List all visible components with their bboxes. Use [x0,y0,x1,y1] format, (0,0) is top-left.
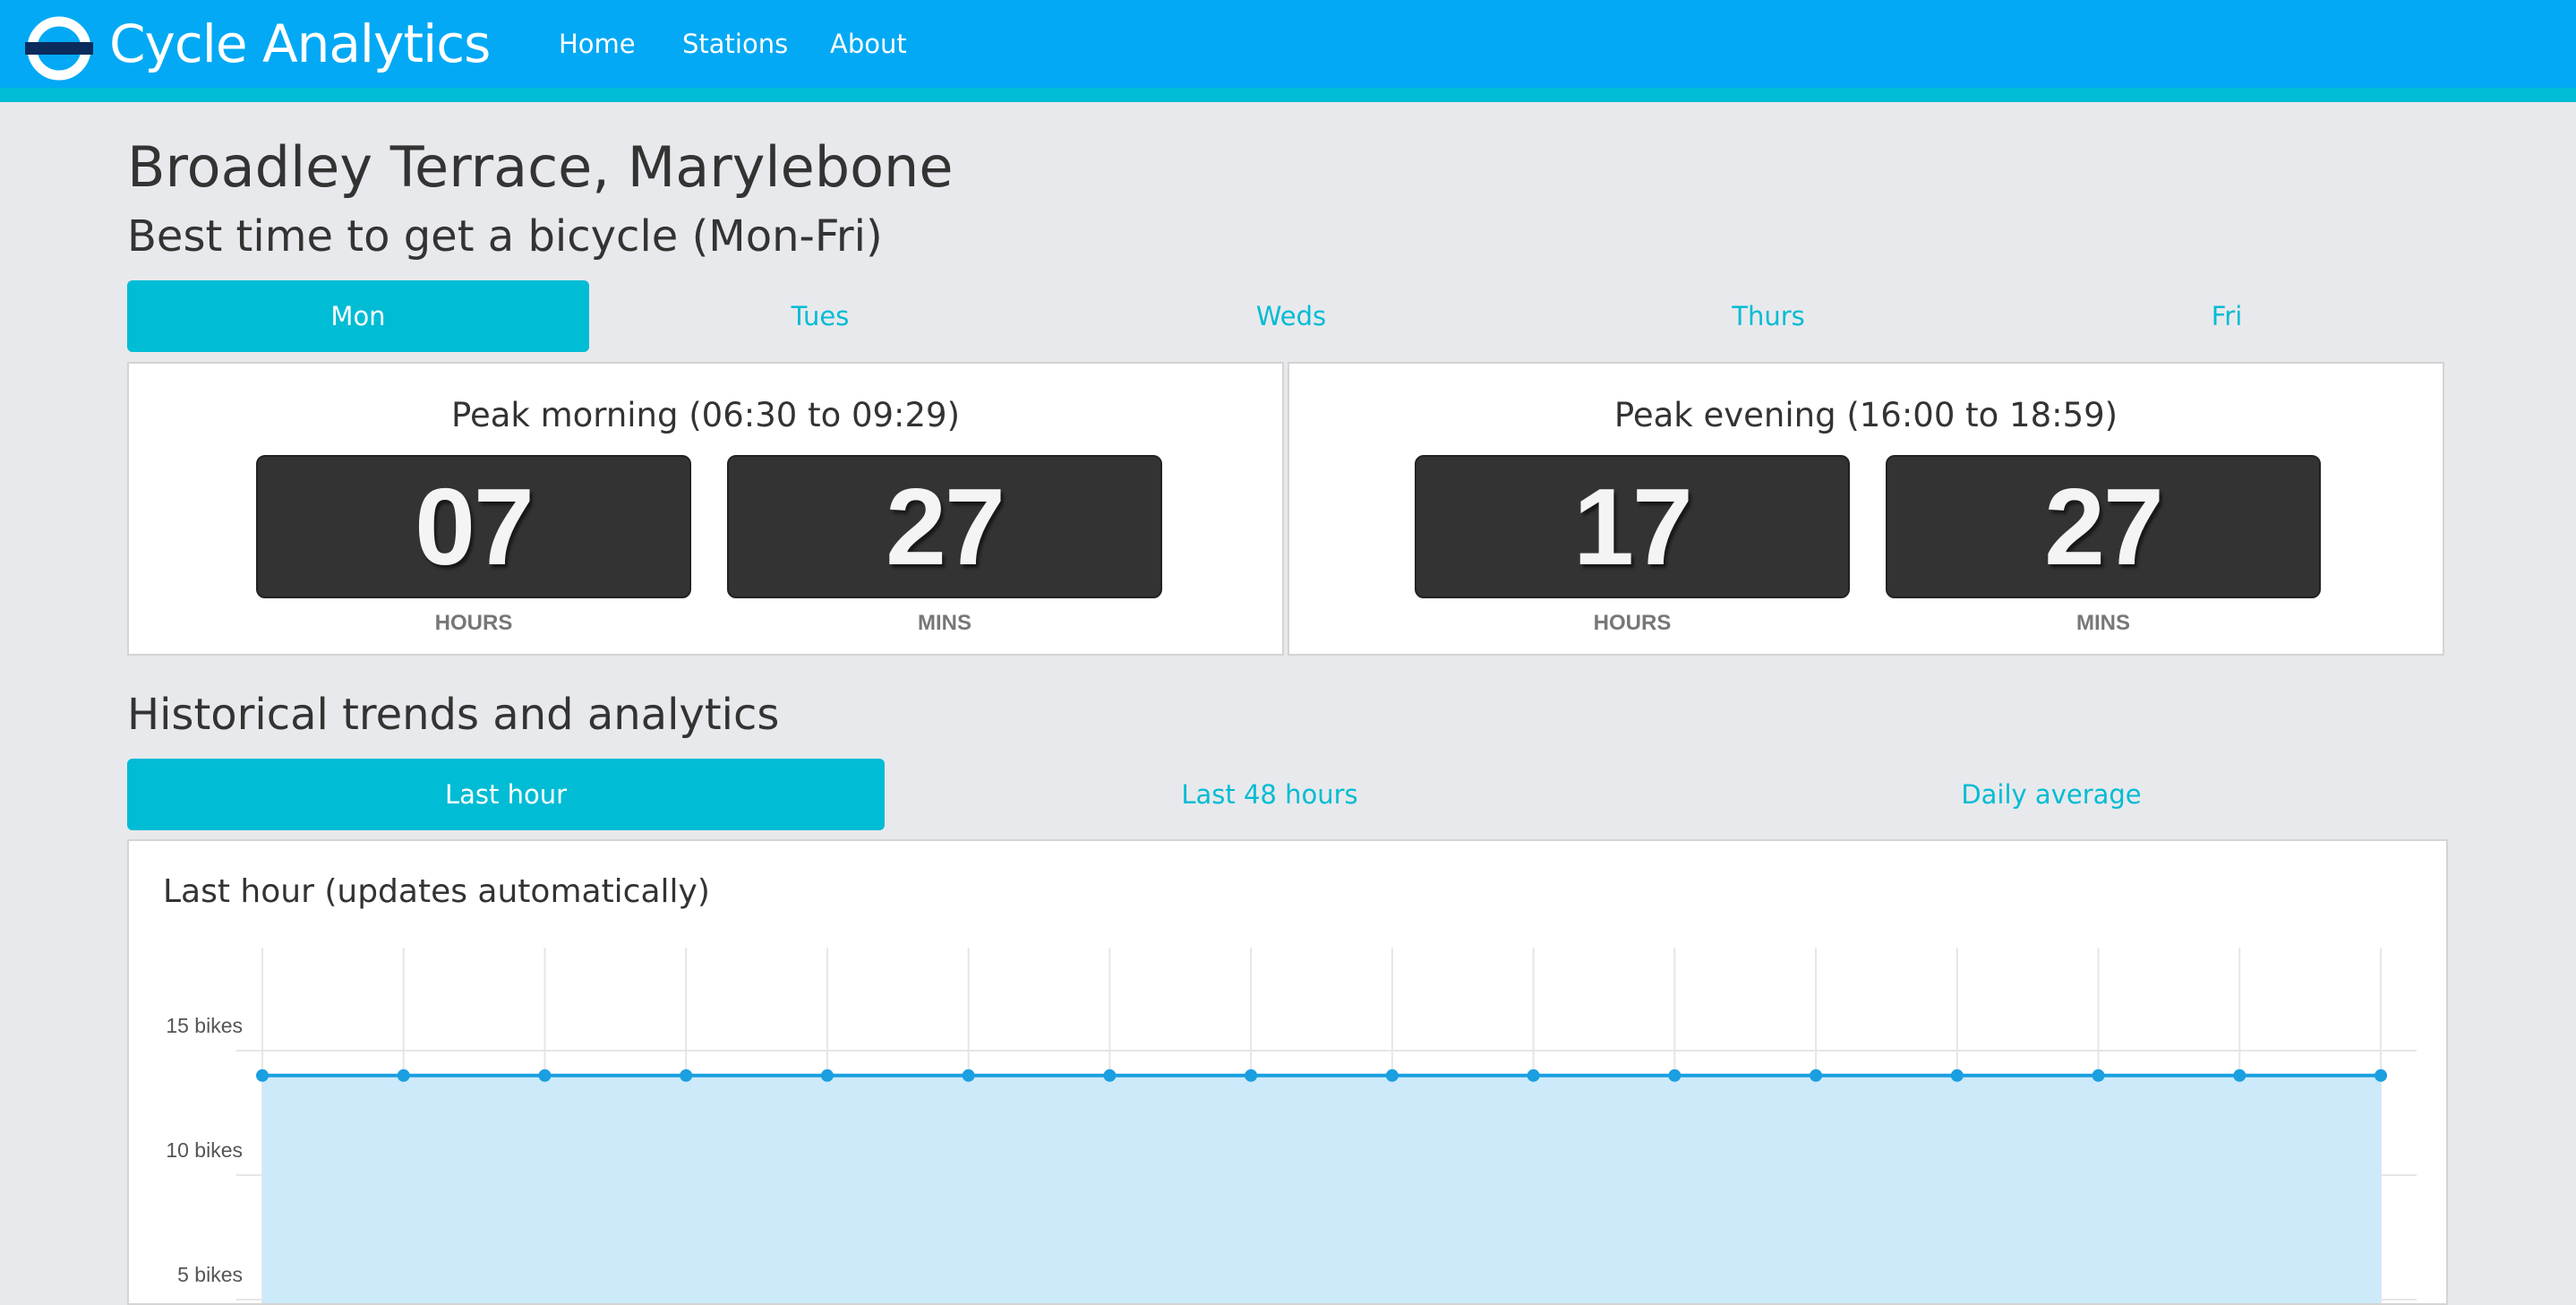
evening-hours-label: HOURS [1593,611,1672,635]
evening-mins-label: MINS [2076,611,2130,635]
data-point [820,1069,834,1082]
data-point [1668,1069,1682,1082]
brand-title[interactable]: Cycle Analytics [109,11,491,77]
morning-hours-label: HOURS [434,611,513,635]
evening-hours-display: 17 [1415,455,1850,598]
data-point [680,1069,693,1082]
data-point [2092,1069,2105,1082]
data-point [2233,1069,2247,1082]
data-point [1527,1069,1540,1082]
tab-weds[interactable]: Weds [1051,280,1531,352]
peak-evening-panel: Peak evening (16:00 to 18:59) 17 27 HOUR… [1288,362,2444,656]
data-point [962,1069,975,1082]
roundel-logo-icon[interactable] [23,15,95,82]
tab-thurs[interactable]: Thurs [1531,280,2006,352]
tab-mon[interactable]: Mon [127,280,589,352]
data-point [256,1069,269,1082]
data-point [397,1069,410,1082]
y-axis-tick-label: 10 bikes [166,1138,243,1162]
series-area-fill [262,1075,2381,1303]
tab-last-48-hours[interactable]: Last 48 hours [885,759,1655,830]
data-point [538,1069,552,1082]
best-time-heading: Best time to get a bicycle (Mon-Fri) [127,211,883,262]
tab-last-hour[interactable]: Last hour [127,759,885,830]
peak-morning-title: Peak morning (06:30 to 09:29) [450,396,961,434]
navbar: Cycle Analytics Home Stations About [0,0,2576,88]
morning-mins-display: 27 [727,455,1162,598]
nav-stations-link[interactable]: Stations [682,25,788,63]
peak-morning-panel: Peak morning (06:30 to 09:29) 07 27 HOUR… [127,362,1284,656]
data-point [2375,1069,2387,1082]
y-axis-tick-label: 5 bikes [177,1263,243,1286]
morning-mins-label: MINS [918,611,971,635]
evening-mins-display: 27 [1886,455,2321,598]
data-point [1950,1069,1964,1082]
data-point [1810,1069,1823,1082]
station-name-heading: Broadley Terrace, Marylebone [127,134,954,200]
historical-heading: Historical trends and analytics [127,690,780,740]
morning-hours-display: 07 [256,455,691,598]
tab-daily-average[interactable]: Daily average [1655,759,2448,830]
data-point [1385,1069,1399,1082]
navbar-accent-strip [0,88,2576,102]
data-point [1245,1069,1258,1082]
tab-tues[interactable]: Tues [589,280,1051,352]
chart-card: Last hour (updates automatically) 15 bik… [127,839,2448,1305]
nav-about-link[interactable]: About [830,25,907,63]
tab-fri[interactable]: Fri [2006,280,2448,352]
last-hour-area-chart: 15 bikes 10 bikes 5 bikes [166,948,2417,1303]
y-axis-tick-label: 15 bikes [166,1014,243,1037]
peak-evening-title: Peak evening (16:00 to 18:59) [1613,396,2118,434]
nav-home-link[interactable]: Home [559,25,636,63]
data-point [1103,1069,1117,1082]
